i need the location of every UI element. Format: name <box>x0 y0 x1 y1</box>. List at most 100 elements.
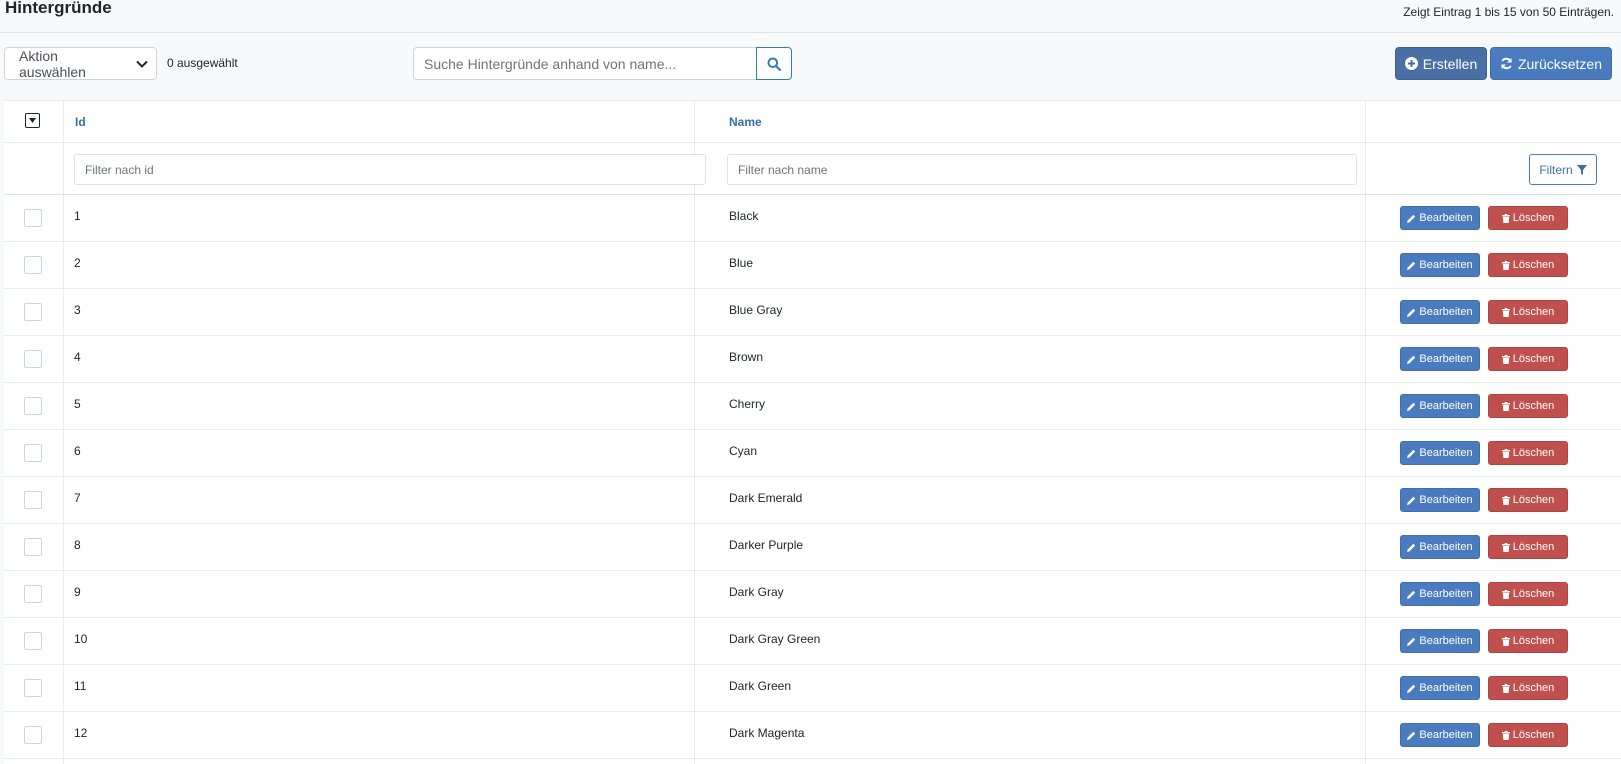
row-checkbox[interactable] <box>24 632 42 650</box>
delete-label: Löschen <box>1512 306 1555 318</box>
pencil-icon <box>1407 496 1416 505</box>
pencil-icon <box>1407 449 1416 458</box>
trash-icon <box>1501 730 1510 740</box>
trash-icon <box>1501 448 1510 458</box>
delete-button[interactable]: Löschen <box>1488 676 1568 700</box>
cell-name: Cyan <box>729 444 758 458</box>
row-checkbox[interactable] <box>24 350 42 368</box>
pencil-icon <box>1407 590 1416 599</box>
trash-icon <box>1501 354 1510 364</box>
page: Hintergründe Zeigt Eintrag 1 bis 15 von … <box>0 0 1621 764</box>
delete-button[interactable]: Löschen <box>1488 723 1568 747</box>
row-checkbox[interactable] <box>24 256 42 274</box>
edit-button[interactable]: Bearbeiten <box>1400 676 1480 700</box>
delete-button[interactable]: Löschen <box>1488 582 1568 606</box>
pencil-icon <box>1407 637 1416 646</box>
table-row: 12 Dark Magenta Bearbeiten Löschen <box>4 712 1621 759</box>
reset-button[interactable]: Zurücksetzen <box>1490 47 1612 80</box>
cell-name: Black <box>729 209 759 223</box>
create-button[interactable]: Erstellen <box>1395 47 1487 80</box>
delete-button[interactable]: Löschen <box>1488 488 1568 512</box>
trash-icon <box>1501 542 1510 552</box>
delete-label: Löschen <box>1512 541 1555 553</box>
filter-row: Filter n <box>4 143 1621 195</box>
column-header-id[interactable]: Id <box>75 115 86 129</box>
edit-button[interactable]: Bearbeiten <box>1400 629 1480 653</box>
edit-button[interactable]: Bearbeiten <box>1400 535 1480 559</box>
delete-button[interactable]: Löschen <box>1488 300 1568 324</box>
edit-button[interactable]: Bearbeiten <box>1400 300 1480 324</box>
edit-button[interactable]: Bearbeiten <box>1400 347 1480 371</box>
pencil-icon <box>1407 308 1416 317</box>
cell-name: Dark Green <box>729 679 792 693</box>
trash-icon <box>1501 213 1510 223</box>
chevron-down-icon <box>128 60 156 68</box>
table-row: 8 Darker Purple Bearbeiten Löschen <box>4 524 1621 571</box>
edit-button[interactable]: Bearbeiten <box>1400 723 1480 747</box>
edit-label: Bearbeiten <box>1419 353 1473 365</box>
table-row: 6 Cyan Bearbeiten Löschen <box>4 430 1621 477</box>
row-checkbox[interactable] <box>24 397 42 415</box>
cell-id: 12 <box>74 726 88 740</box>
edit-label: Bearbeiten <box>1419 588 1473 600</box>
create-label: Erstellen <box>1422 55 1478 72</box>
cell-name: Dark Gray <box>729 585 784 599</box>
delete-button[interactable]: Löschen <box>1488 629 1568 653</box>
delete-button[interactable]: Löschen <box>1488 441 1568 465</box>
select-all-checkbox[interactable] <box>25 113 40 128</box>
delete-label: Löschen <box>1512 635 1555 647</box>
search-button[interactable] <box>756 47 792 80</box>
cell-id: 7 <box>74 491 81 505</box>
pencil-icon <box>1407 355 1416 364</box>
plus-circle-icon <box>1404 57 1418 70</box>
edit-button[interactable]: Bearbeiten <box>1400 394 1480 418</box>
pencil-icon <box>1407 731 1416 740</box>
edit-button[interactable]: Bearbeiten <box>1400 206 1480 230</box>
search-icon <box>767 57 781 71</box>
row-checkbox[interactable] <box>24 303 42 321</box>
delete-button[interactable]: Löschen <box>1488 206 1568 230</box>
cell-id: 8 <box>74 538 81 552</box>
cell-id: 1 <box>74 209 81 223</box>
column-header-name[interactable]: Name <box>729 115 762 129</box>
delete-button[interactable]: Löschen <box>1488 535 1568 559</box>
edit-button[interactable]: Bearbeiten <box>1400 488 1480 512</box>
edit-label: Bearbeiten <box>1419 212 1473 224</box>
pencil-icon <box>1407 214 1416 223</box>
cell-name: Brown <box>729 350 764 364</box>
row-checkbox[interactable] <box>24 491 42 509</box>
edit-label: Bearbeiten <box>1419 682 1473 694</box>
edit-button[interactable]: Bearbeiten <box>1400 253 1480 277</box>
edit-label: Bearbeiten <box>1419 729 1473 741</box>
delete-label: Löschen <box>1512 588 1555 600</box>
table-row: 10 Dark Gray Green Bearbeiten Löschen <box>4 618 1621 665</box>
delete-label: Löschen <box>1512 494 1555 506</box>
edit-label: Bearbeiten <box>1419 494 1473 506</box>
cell-id: 6 <box>74 444 81 458</box>
row-checkbox[interactable] <box>24 726 42 744</box>
delete-label: Löschen <box>1512 729 1555 741</box>
row-checkbox[interactable] <box>24 444 42 462</box>
table-row: 7 Dark Emerald Bearbeiten Löschen <box>4 477 1621 524</box>
delete-button[interactable]: Löschen <box>1488 394 1568 418</box>
row-checkbox[interactable] <box>24 538 42 556</box>
table-row: 3 Blue Gray Bearbeiten Löschen <box>4 289 1621 336</box>
row-checkbox[interactable] <box>24 585 42 603</box>
edit-label: Bearbeiten <box>1419 400 1473 412</box>
search-input[interactable] <box>413 47 757 80</box>
cell-name: Dark Gray Green <box>729 632 821 646</box>
pencil-icon <box>1407 261 1416 270</box>
delete-button[interactable]: Löschen <box>1488 253 1568 277</box>
filter-id-input[interactable] <box>74 154 706 185</box>
filter-button[interactable]: Filtern <box>1529 154 1597 185</box>
filter-name-input[interactable] <box>727 154 1357 185</box>
row-checkbox[interactable] <box>24 209 42 227</box>
edit-button[interactable]: Bearbeiten <box>1400 441 1480 465</box>
pencil-icon <box>1407 402 1416 411</box>
entries-summary: Zeigt Eintrag 1 bis 15 von 50 Einträgen. <box>1403 5 1614 19</box>
delete-button[interactable]: Löschen <box>1488 347 1568 371</box>
bulk-action-select[interactable]: Aktion auswählen <box>4 47 157 80</box>
row-checkbox[interactable] <box>24 679 42 697</box>
edit-button[interactable]: Bearbeiten <box>1400 582 1480 606</box>
cell-name: Blue <box>729 256 754 270</box>
